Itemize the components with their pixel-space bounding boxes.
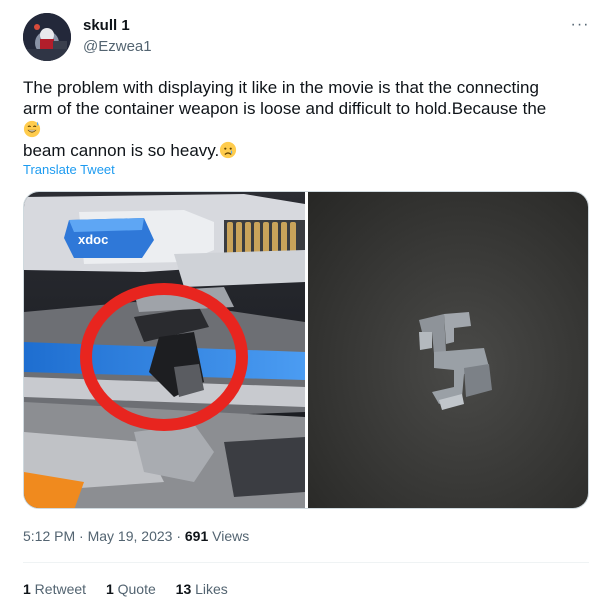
likes-count: 13 xyxy=(175,581,192,597)
tweet-text: The problem with displaying it like in t… xyxy=(23,77,593,161)
likes-label: Likes xyxy=(191,581,228,597)
tweet-time[interactable]: 5:12 PM xyxy=(23,528,75,544)
media-photo-2[interactable] xyxy=(308,192,589,509)
retweets-count: 1 xyxy=(23,581,31,597)
views-label: Views xyxy=(208,528,250,544)
tweet-date[interactable]: May 19, 2023 xyxy=(88,528,173,544)
meta-separator: · xyxy=(75,528,88,544)
likes-stat[interactable]: 13 Likes xyxy=(176,581,228,597)
display-name[interactable]: skull 1 xyxy=(83,17,130,34)
tweet-media[interactable]: xdoc xyxy=(23,191,589,509)
retweets-label: Retweet xyxy=(30,581,87,597)
avatar[interactable] xyxy=(23,13,71,61)
quotes-label: Quote xyxy=(113,581,156,597)
tweet-text-line-1: The problem with displaying it like in t… xyxy=(23,78,539,97)
grinning-sweat-emoji-icon xyxy=(23,120,41,138)
crying-face-emoji-icon xyxy=(220,141,237,159)
meta-separator-2: · xyxy=(172,528,185,544)
model-decal-text: xdoc xyxy=(78,232,108,247)
tweet-meta: 5:12 PM · May 19, 2023 · 691 Views xyxy=(23,528,249,544)
user-handle[interactable]: @Ezwea1 xyxy=(83,38,152,55)
quotes-stat[interactable]: 1 Quote xyxy=(106,581,156,597)
translate-tweet-link[interactable]: Translate Tweet xyxy=(23,162,115,177)
retweets-stat[interactable]: 1 Retweet xyxy=(23,581,86,597)
more-options-icon[interactable]: ··· xyxy=(569,16,591,34)
avatar-image xyxy=(23,13,71,61)
tweet-text-line-4-text: beam cannon is so heavy. xyxy=(23,141,220,160)
media-grid: xdoc xyxy=(24,192,589,509)
views-count: 691 xyxy=(184,528,209,544)
tweet-text-line-3 xyxy=(23,119,593,140)
tweet-text-line-2: arm of the container weapon is loose and… xyxy=(23,99,547,118)
quotes-count: 1 xyxy=(105,581,114,597)
media-photo-1[interactable]: xdoc xyxy=(24,192,305,509)
tweet-stats: 1 Retweet 1 Quote 13 Likes xyxy=(23,581,244,597)
tweet-text-line-4: beam cannon is so heavy. xyxy=(23,140,593,161)
tweet: skull 1 @Ezwea1 ··· The problem with dis… xyxy=(0,0,605,605)
divider xyxy=(23,562,589,563)
